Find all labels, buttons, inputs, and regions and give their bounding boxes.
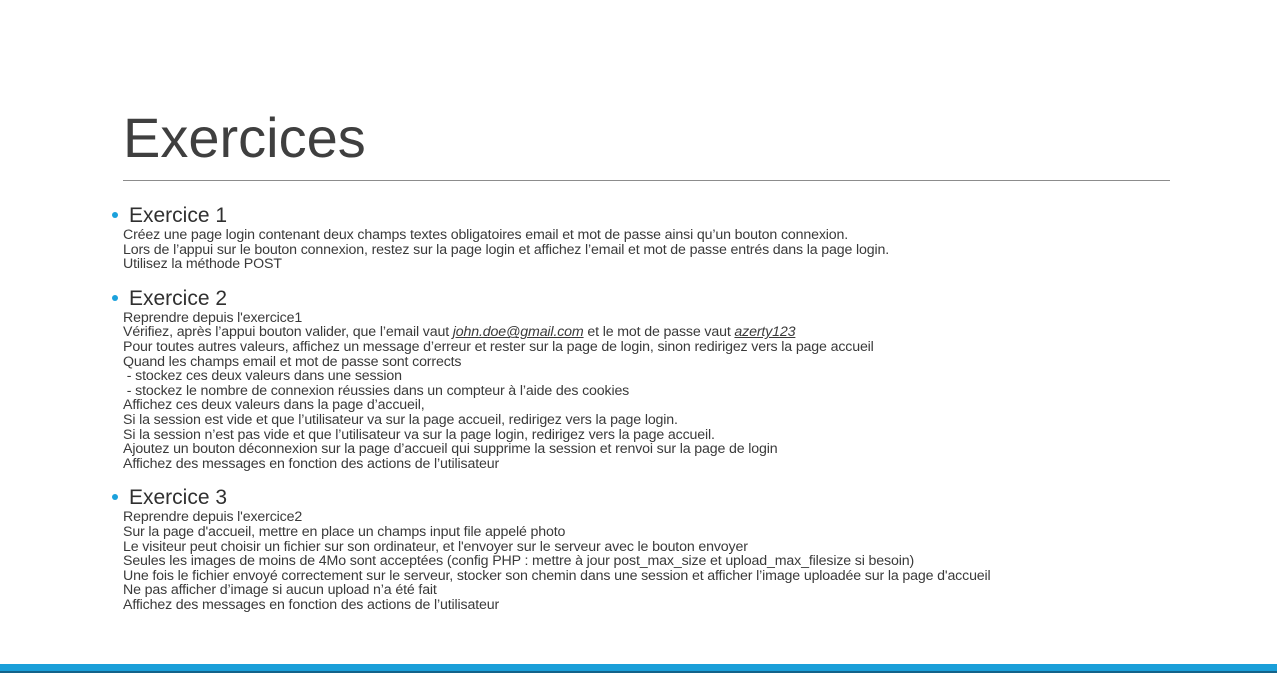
bullet-icon — [112, 212, 118, 218]
exercise-title: Exercice 1 — [129, 204, 228, 227]
slide-content: Exercice 1 Créez une page login contenan… — [112, 204, 1252, 612]
exercise-3-heading: Exercice 3 — [112, 486, 1252, 510]
exercise-line: Reprendre depuis l'exercice2 — [123, 509, 303, 526]
email-link[interactable]: john.doe@gmail.com — [453, 324, 584, 340]
title-divider — [123, 180, 1170, 181]
exercise-line: Affichez des messages en fonction des ac… — [123, 455, 500, 472]
exercise-line-verify: Vérifiez, après l’appui bouton valider, … — [123, 325, 1252, 340]
verify-text-middle: et le mot de passe vaut — [583, 324, 735, 341]
exercise-title: Exercice 2 — [129, 286, 228, 310]
exercise-line: Le visiteur peut choisir un fichier sur … — [123, 538, 748, 555]
exercise-line: Quand les champs email et mot de passe s… — [123, 353, 462, 370]
exercise-line: Créez une page login contenant deux cham… — [123, 227, 849, 243]
exercise-1-lines: Créez une page login contenant deux cham… — [123, 228, 1252, 272]
bullet-icon — [112, 294, 118, 301]
exercise-3: Exercice 3 Reprendre depuis l'exercice2 … — [112, 486, 1252, 612]
verify-text-before: Vérifiez, après l’appui bouton valider, … — [123, 324, 453, 341]
exercise-line: Affichez des messages en fonction des ac… — [123, 596, 500, 613]
exercise-2-lines: Reprendre depuis l'exercice1 Vérifiez, a… — [123, 311, 1252, 472]
exercise-line: Affichez ces deux valeurs dans la page d… — [123, 397, 425, 414]
exercise-line: Pour toutes autres valeurs, affichez un … — [123, 338, 874, 355]
bullet-icon — [112, 494, 118, 501]
password-value: azerty123 — [734, 324, 796, 341]
exercise-line: Lors de l’appui sur le bouton connexion,… — [123, 241, 890, 258]
exercise-line: - stockez le nombre de connexion réussie… — [123, 382, 630, 399]
exercise-3-lines: Reprendre depuis l'exercice2 Sur la page… — [123, 510, 1252, 612]
exercise-1-heading: Exercice 1 — [112, 204, 1252, 228]
exercise-line: Si la session n’est pas vide et que l’ut… — [123, 426, 715, 443]
exercise-line: Ajoutez un bouton déconnexion sur la pag… — [123, 441, 778, 458]
exercise-line: Si la session est vide et que l’utilisat… — [123, 411, 678, 428]
exercise-line: Reprendre depuis l'exercice1 — [123, 309, 303, 326]
exercise-1: Exercice 1 Créez une page login contenan… — [112, 204, 1252, 272]
exercise-line: Seules les images de moins de 4Mo sont a… — [123, 553, 915, 570]
exercise-2-heading: Exercice 2 — [112, 287, 1252, 311]
exercise-line: - stockez ces deux valeurs dans une sess… — [123, 368, 402, 385]
exercise-line: Utilisez la méthode POST — [123, 256, 282, 273]
slide-title: Exercices — [123, 106, 366, 169]
exercise-line: Une fois le fichier envoyé correctement … — [123, 567, 991, 584]
exercise-title: Exercice 3 — [129, 486, 228, 510]
exercise-line: Ne pas afficher d’image si aucun upload … — [123, 582, 437, 599]
exercise-line: Sur la page d'accueil, mettre en place u… — [123, 523, 566, 540]
exercise-2: Exercice 2 Reprendre depuis l'exercice1 … — [112, 287, 1252, 472]
